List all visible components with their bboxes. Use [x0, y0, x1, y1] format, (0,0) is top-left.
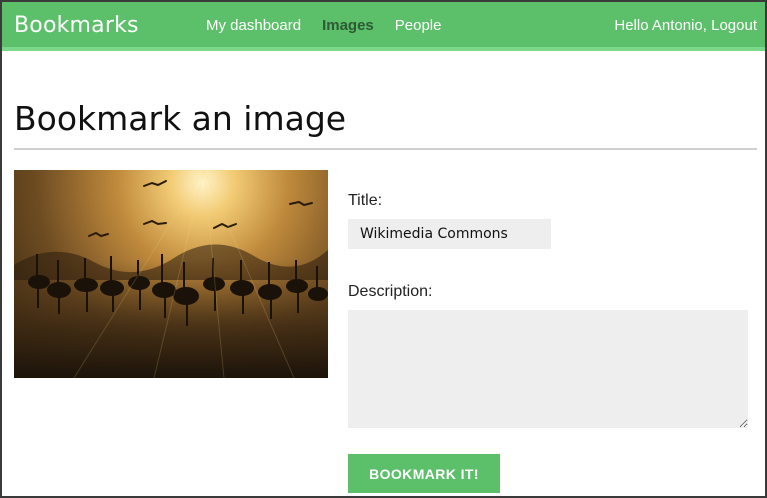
top-navigation-bar: Bookmarks My dashboard Images People Hel… — [2, 2, 765, 51]
nav-my-dashboard[interactable]: My dashboard — [206, 17, 301, 34]
title-label: Title: — [348, 192, 383, 209]
description-textarea[interactable] — [348, 310, 748, 428]
main-nav: My dashboard Images People — [206, 17, 441, 34]
nav-images[interactable]: Images — [322, 17, 374, 34]
title-input[interactable] — [348, 219, 551, 249]
cranes-photo-illustration — [14, 170, 328, 378]
brand-logo[interactable]: Bookmarks — [14, 13, 139, 38]
bookmarked-image-preview — [14, 170, 328, 378]
bookmark-it-button[interactable]: BOOKMARK IT! — [348, 454, 500, 493]
nav-people[interactable]: People — [395, 17, 442, 34]
title-divider — [14, 148, 757, 150]
page-title: Bookmark an image — [14, 99, 347, 138]
logout-link[interactable]: Logout — [711, 17, 757, 34]
user-area: Hello Antonio, Logout — [614, 17, 757, 34]
user-greeting: Hello Antonio, — [614, 17, 707, 34]
app-window: Bookmarks My dashboard Images People Hel… — [2, 2, 765, 496]
description-label: Description: — [348, 283, 433, 300]
